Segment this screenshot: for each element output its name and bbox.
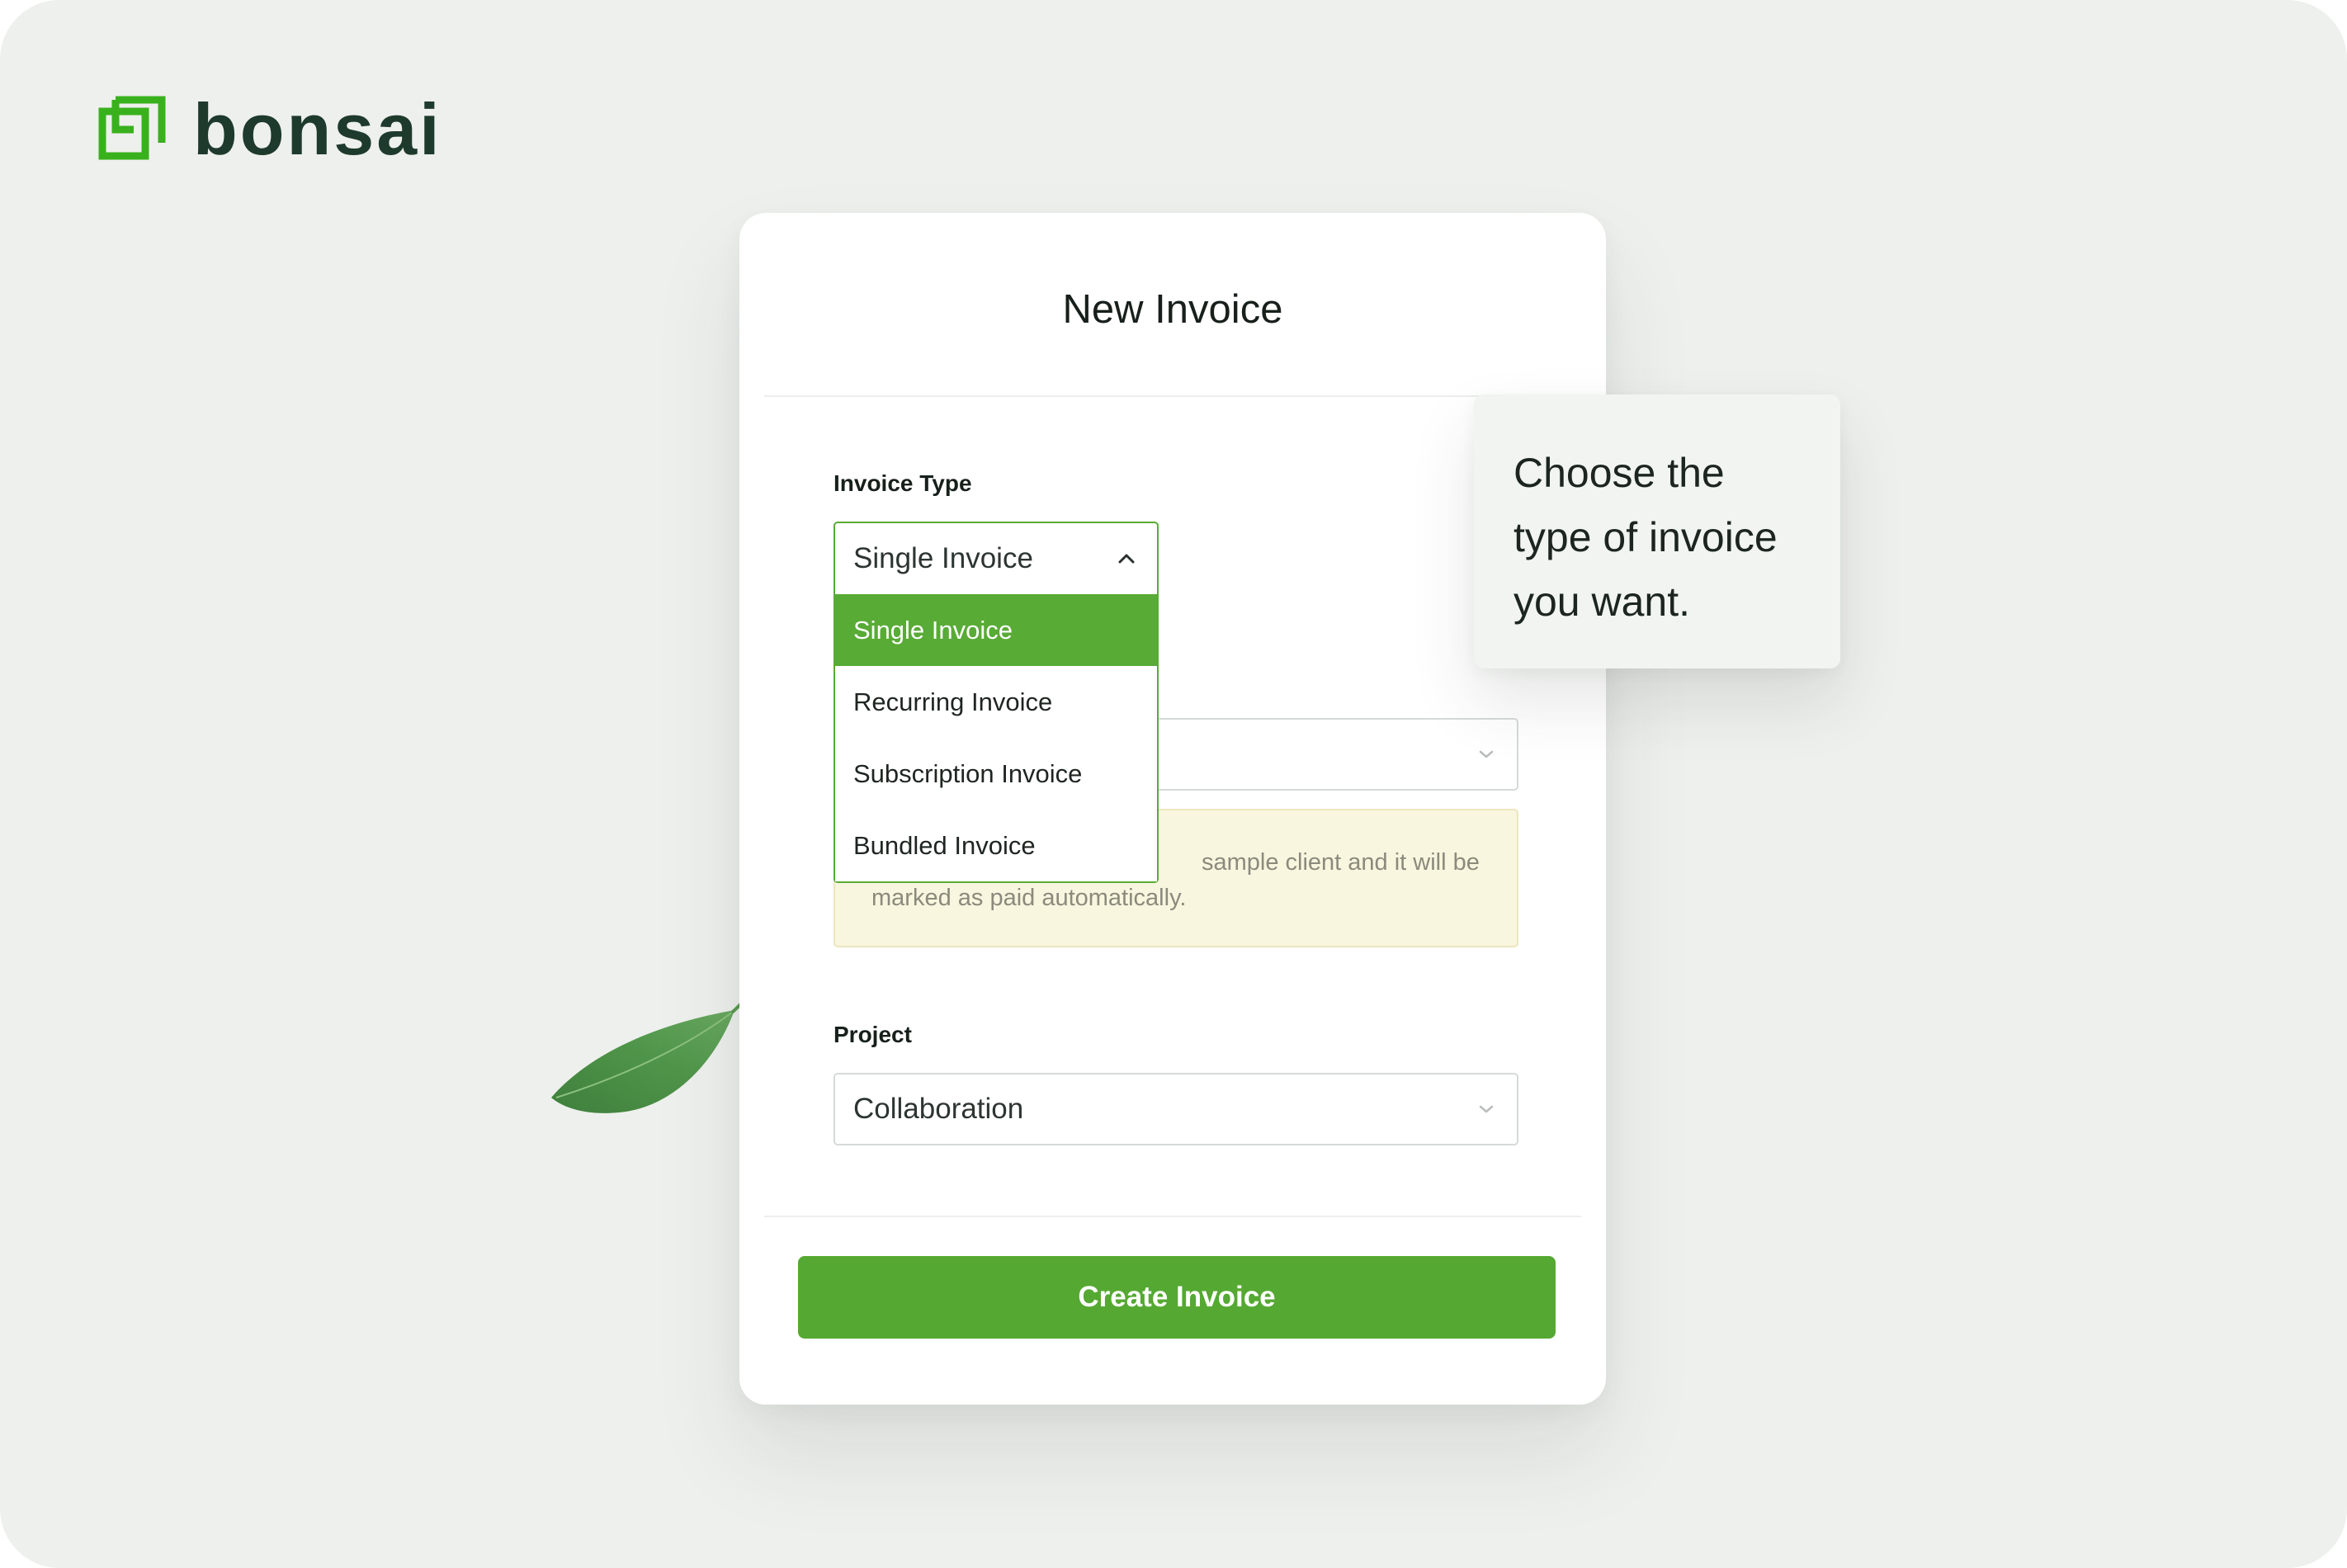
project-selected-value: Collaboration xyxy=(853,1093,1024,1125)
background-canvas: bonsai New Invoice Invoice Type Single I… xyxy=(0,0,2347,1568)
header-divider xyxy=(764,395,1581,397)
chevron-down-icon xyxy=(1479,1105,1494,1113)
modal-title: New Invoice xyxy=(1062,287,1283,332)
notice-line-2: marked as paid automatically. xyxy=(871,885,1187,911)
help-tooltip: Choose the type of invoice you want. xyxy=(1474,394,1840,668)
dropdown-option-bundled-invoice[interactable]: Bundled Invoice xyxy=(835,810,1157,881)
chevron-down-icon xyxy=(1479,750,1494,758)
invoice-type-select[interactable]: Single Invoice xyxy=(833,522,1159,596)
dropdown-option-recurring-invoice[interactable]: Recurring Invoice xyxy=(835,666,1157,738)
invoice-type-label: Invoice Type xyxy=(833,470,972,496)
tooltip-text: Choose the type of invoice you want. xyxy=(1514,450,1778,625)
invoice-type-dropdown: Single Invoice Recurring Invoice Subscri… xyxy=(833,594,1159,883)
project-select[interactable]: Collaboration xyxy=(833,1073,1518,1145)
dropdown-option-single-invoice[interactable]: Single Invoice xyxy=(835,594,1157,666)
dropdown-option-subscription-invoice[interactable]: Subscription Invoice xyxy=(835,738,1157,810)
chevron-up-icon xyxy=(1118,554,1135,564)
new-invoice-modal: New Invoice Invoice Type Single Invoice … xyxy=(739,213,1606,1405)
bonsai-logo-icon xyxy=(98,96,166,160)
project-label: Project xyxy=(833,1022,912,1047)
create-invoice-button[interactable]: Create Invoice xyxy=(798,1256,1556,1339)
footer-divider xyxy=(764,1216,1581,1217)
invoice-type-selected-value: Single Invoice xyxy=(853,542,1033,574)
brand-name: bonsai xyxy=(193,88,442,170)
brand-logo: bonsai xyxy=(97,92,442,167)
